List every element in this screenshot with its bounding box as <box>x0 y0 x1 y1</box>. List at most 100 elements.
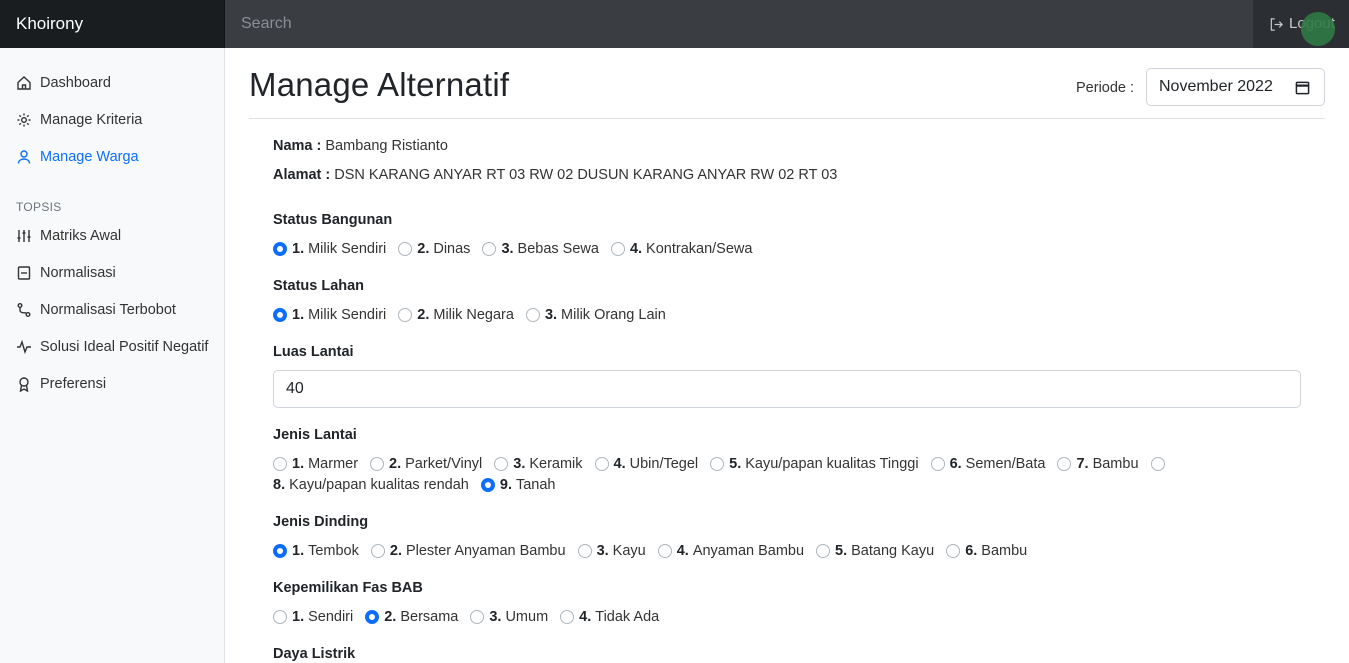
sidebar-item-label: Manage Kriteria <box>40 112 143 128</box>
jenis-lantai-radio-group: 1. Marmer 2. Parket/Vinyl 3. Keramik 4. Ubin… <box>273 456 1182 472</box>
radio-option[interactable]: 3. Milik Orang Lain <box>525 307 666 323</box>
sidebar-item-manage-warga[interactable]: Manage Warga <box>16 146 139 168</box>
sidebar-item-manage-kriteria[interactable]: Manage Kriteria <box>16 109 142 131</box>
radio-button[interactable] <box>470 610 485 624</box>
radio-option[interactable]: 1. Sendiri <box>273 609 353 625</box>
radio-option[interactable]: 9. Tanah <box>480 477 556 493</box>
radio-button[interactable] <box>816 544 831 558</box>
radio-option[interactable]: 1. Milik Sendiri <box>273 307 386 323</box>
logout-icon <box>1270 17 1283 31</box>
option-number: 7. <box>1076 456 1089 472</box>
avatar[interactable] <box>1301 12 1335 46</box>
logout-button[interactable]: Logout <box>1253 0 1349 48</box>
radio-button[interactable] <box>930 457 945 471</box>
option-label: Keramik <box>529 456 583 472</box>
radio-button[interactable] <box>398 242 413 256</box>
radio-option[interactable]: 1. Tembok <box>273 543 359 559</box>
periode-value: November 2022 <box>1159 78 1273 95</box>
periode-month-input[interactable]: November 2022 <box>1146 68 1325 106</box>
radio-button[interactable] <box>946 544 961 558</box>
radio-button[interactable] <box>273 308 287 322</box>
sidebar-item-matriks-awal[interactable]: Matriks Awal <box>16 225 121 247</box>
daya-listrik-label: Daya Listrik <box>273 646 356 662</box>
person-icon <box>17 150 31 164</box>
periode-label: Periode : <box>1076 80 1135 96</box>
radio-button[interactable] <box>710 457 725 471</box>
option-number: 1. <box>292 543 305 559</box>
option-number: 6. <box>949 456 962 472</box>
radio-option[interactable]: 4. Tidak Ada <box>560 609 659 625</box>
radio-option[interactable]: 2. Plester Anyaman Bambu <box>370 543 566 559</box>
brand-logo[interactable]: Khoirony <box>0 0 225 48</box>
option-label: Tanah <box>515 477 556 493</box>
radio-option[interactable]: 4. Ubin/Tegel <box>594 456 698 472</box>
radio-button[interactable] <box>273 610 287 624</box>
search-input[interactable]: Search <box>225 0 1253 48</box>
option-label: Marmer <box>308 456 359 472</box>
alamat-value: DSN KARANG ANYAR RT 03 RW 02 DUSUN KARAN… <box>334 167 838 183</box>
sidebar-item-preferensi[interactable]: Preferensi <box>16 373 106 395</box>
route-icon <box>17 303 31 317</box>
jenis-lantai-radio-group-wrap: 8. Kayu/papan kualitas rendah 9. Tanah <box>273 477 567 493</box>
radio-option[interactable]: 2. Bersama <box>365 609 458 625</box>
status-bangunan-radio-group: 1. Milik Sendiri 2. Dinas 3. Bebas Sewa 4. K… <box>273 241 764 257</box>
radio-button[interactable] <box>482 242 497 256</box>
radio-button[interactable] <box>365 610 380 624</box>
alamat-label: Alamat : <box>273 167 331 183</box>
radio-option[interactable]: 3. Umum <box>470 609 548 625</box>
radio-option[interactable]: 3. Bebas Sewa <box>482 241 599 257</box>
radio-button[interactable] <box>370 457 385 471</box>
radio-button[interactable] <box>1057 457 1072 471</box>
radio-option[interactable]: 6. Bambu <box>946 543 1027 559</box>
sidebar-item-dashboard[interactable]: Dashboard <box>16 72 111 94</box>
file-icon <box>17 266 31 280</box>
jenis-dinding-label: Jenis Dinding <box>273 514 369 530</box>
radio-option[interactable]: 2. Parket/Vinyl <box>370 456 482 472</box>
radio-button[interactable] <box>525 308 540 322</box>
radio-option[interactable] <box>1150 457 1170 471</box>
radio-button[interactable] <box>273 457 287 471</box>
activity-icon <box>17 339 31 355</box>
radio-button[interactable] <box>273 544 287 558</box>
radio-button[interactable] <box>1150 457 1165 471</box>
option-number: 8. <box>273 477 286 493</box>
radio-option[interactable]: 7. Bambu <box>1057 456 1139 472</box>
radio-button[interactable] <box>370 544 385 558</box>
option-number: 3. <box>501 241 514 257</box>
radio-option[interactable]: 2. Milik Negara <box>398 307 514 323</box>
jenis-lantai-label: Jenis Lantai <box>273 427 357 443</box>
option-label: Kayu <box>612 543 646 559</box>
sidebar-item-normalisasi-terbobot[interactable]: Normalisasi Terbobot <box>16 299 176 321</box>
radio-button[interactable] <box>610 242 625 256</box>
radio-button[interactable] <box>398 308 413 322</box>
radio-option[interactable]: 1. Milik Sendiri <box>273 241 386 257</box>
radio-option[interactable]: 5. Kayu/papan kualitas Tinggi <box>710 456 919 472</box>
option-label: Sendiri <box>308 609 354 625</box>
sidebar-item-label: Solusi Ideal Positif Negatif <box>40 339 209 355</box>
radio-option[interactable]: 1. Marmer <box>273 456 358 472</box>
radio-option[interactable]: 8. Kayu/papan kualitas rendah <box>273 477 469 493</box>
radio-button[interactable] <box>494 457 509 471</box>
sidebar-item-normalisasi[interactable]: Normalisasi <box>16 262 116 284</box>
radio-button[interactable] <box>577 544 592 558</box>
status-lahan-radio-group: 1. Milik Sendiri 2. Milik Negara 3. Milik O… <box>273 307 678 323</box>
radio-button[interactable] <box>560 610 575 624</box>
kepemilikan-fas-bab-radio-group: 1. Sendiri 2. Bersama 3. Umum 4. Tidak Ada <box>273 609 671 625</box>
radio-button[interactable] <box>594 457 609 471</box>
radio-option[interactable]: 2. Dinas <box>398 241 470 257</box>
calendar-icon <box>1295 81 1310 94</box>
radio-button[interactable] <box>657 544 672 558</box>
radio-button[interactable] <box>480 478 495 492</box>
sidebar-item-solusi-ideal[interactable]: Solusi Ideal Positif Negatif <box>16 336 208 358</box>
radio-option[interactable]: 3. Keramik <box>494 456 583 472</box>
sidebar-item-label: Normalisasi <box>40 265 116 281</box>
radio-option[interactable]: 3. Kayu <box>577 543 646 559</box>
radio-option[interactable]: 5. Batang Kayu <box>816 543 934 559</box>
radio-button[interactable] <box>273 242 287 256</box>
luas-lantai-input[interactable]: 40 <box>273 370 1301 408</box>
option-label: Parket/Vinyl <box>405 456 483 472</box>
radio-option[interactable]: 4. Anyaman Bambu <box>657 543 804 559</box>
radio-option[interactable]: 6. Semen/Bata <box>930 456 1045 472</box>
radio-option[interactable]: 4. Kontrakan/Sewa <box>610 241 752 257</box>
option-label: Bebas Sewa <box>517 241 599 257</box>
